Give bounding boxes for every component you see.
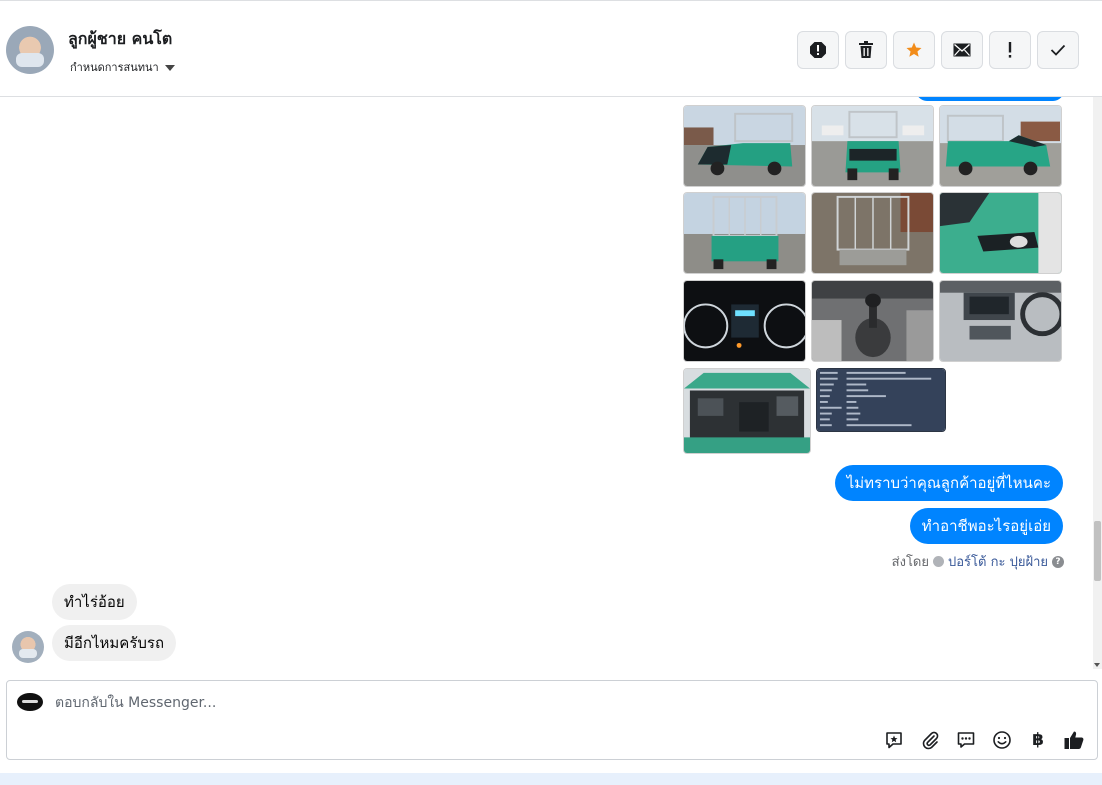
photo-attachment[interactable] — [939, 280, 1062, 362]
trash-icon — [859, 41, 873, 58]
alert-octagon-icon — [810, 42, 826, 58]
sent-by-info: ส่งโดย ปอร์โต้ กะ ปุยฝ้าย ? — [892, 551, 1064, 572]
help-icon[interactable]: ? — [1052, 555, 1064, 568]
mark-unread-button[interactable] — [941, 31, 983, 69]
saved-reply-button[interactable] — [881, 727, 907, 753]
follow-up-button[interactable] — [989, 31, 1031, 69]
spam-button[interactable] — [797, 31, 839, 69]
quick-replies-button[interactable] — [953, 727, 979, 753]
emoji-icon — [993, 731, 1011, 749]
photo-attachment[interactable] — [816, 368, 946, 432]
contact-name[interactable]: ลูกผู้ชาย คนโต — [68, 27, 172, 52]
star-icon — [906, 42, 922, 57]
label-dropdown-text: กำหนดการสนทนา — [70, 61, 159, 74]
page-icon — [933, 556, 944, 567]
message-bubble-incoming[interactable]: มีอีกไหมครับรถ — [52, 625, 177, 661]
page-avatar — [17, 693, 43, 711]
truck-photo — [940, 106, 1061, 186]
composer-tools: ฿ — [881, 727, 1087, 753]
message-bubble-outgoing — [916, 97, 1064, 101]
photo-attachment[interactable] — [939, 192, 1062, 274]
caret-down-icon — [164, 64, 175, 71]
contact-avatar[interactable] — [6, 26, 54, 74]
scroll-down-arrow-icon[interactable] — [1094, 663, 1100, 667]
photo-attachment[interactable] — [811, 280, 934, 362]
message-bubble-incoming[interactable]: ทำไร่อ้อย — [52, 584, 137, 620]
saved-reply-icon — [886, 732, 902, 749]
exclamation-icon — [1008, 42, 1012, 58]
instrument-cluster-photo — [684, 281, 805, 361]
attach-button[interactable] — [917, 727, 943, 753]
header-actions — [797, 31, 1079, 69]
sent-by-prefix: ส่งโดย — [891, 555, 929, 570]
conversation-header: ลูกผู้ชาย คนโต กำหนดการสนทนา — [0, 0, 1102, 97]
truck-photo — [684, 193, 805, 273]
envelope-icon — [953, 43, 971, 57]
spec-text-screenshot — [817, 369, 945, 431]
gear-shifter-photo — [812, 281, 933, 361]
bottom-strip — [0, 773, 1102, 785]
truck-photo — [684, 106, 805, 186]
reply-input[interactable] — [55, 691, 755, 715]
message-thread[interactable]: ไม่ทราบว่าคุณลูกค้าอยู่ที่ไหนคะ ทำอาชีพอ… — [0, 97, 1102, 669]
contact-avatar-small[interactable] — [12, 631, 44, 663]
photo-attachment[interactable] — [811, 105, 934, 187]
engine-bay-photo — [684, 369, 810, 453]
dashboard-console-photo — [940, 281, 1061, 361]
message-bubble-outgoing[interactable]: ไม่ทราบว่าคุณลูกค้าอยู่ที่ไหนคะ — [834, 465, 1063, 501]
like-icon — [1064, 731, 1084, 749]
like-button[interactable] — [1061, 727, 1087, 753]
sent-by-name[interactable]: ปอร์โต้ กะ ปุยฝ้าย — [948, 551, 1048, 572]
attach-icon — [922, 731, 939, 750]
photo-attachment[interactable] — [683, 192, 806, 274]
photo-attachment[interactable] — [683, 280, 806, 362]
photo-attachment[interactable] — [811, 192, 934, 274]
delete-button[interactable] — [845, 31, 887, 69]
thread-scrollbar[interactable] — [1093, 97, 1102, 669]
truck-photo — [812, 193, 933, 273]
baht-icon: ฿ — [1032, 730, 1044, 750]
check-icon — [1050, 44, 1066, 56]
photo-attachment[interactable] — [683, 105, 806, 187]
fog-lamp-photo — [940, 193, 1061, 273]
photo-attachment[interactable] — [683, 368, 811, 454]
reply-composer: ฿ — [6, 680, 1098, 760]
scrollbar-thumb[interactable] — [1094, 521, 1101, 581]
star-button[interactable] — [893, 31, 935, 69]
inbox-conversation-panel: ลูกผู้ชาย คนโต กำหนดการสนทนา ไม่ทราบว่าค… — [0, 0, 1102, 785]
quick-replies-icon — [957, 732, 975, 748]
truck-photo — [812, 106, 933, 186]
mark-done-button[interactable] — [1037, 31, 1079, 69]
payment-button[interactable]: ฿ — [1025, 727, 1051, 753]
photo-attachment[interactable] — [939, 105, 1062, 187]
conversation-label-dropdown[interactable]: กำหนดการสนทนา — [70, 58, 175, 76]
message-bubble-outgoing[interactable]: ทำอาชีพอะไรอยู่เอ่ย — [909, 508, 1063, 544]
emoji-button[interactable] — [989, 727, 1015, 753]
